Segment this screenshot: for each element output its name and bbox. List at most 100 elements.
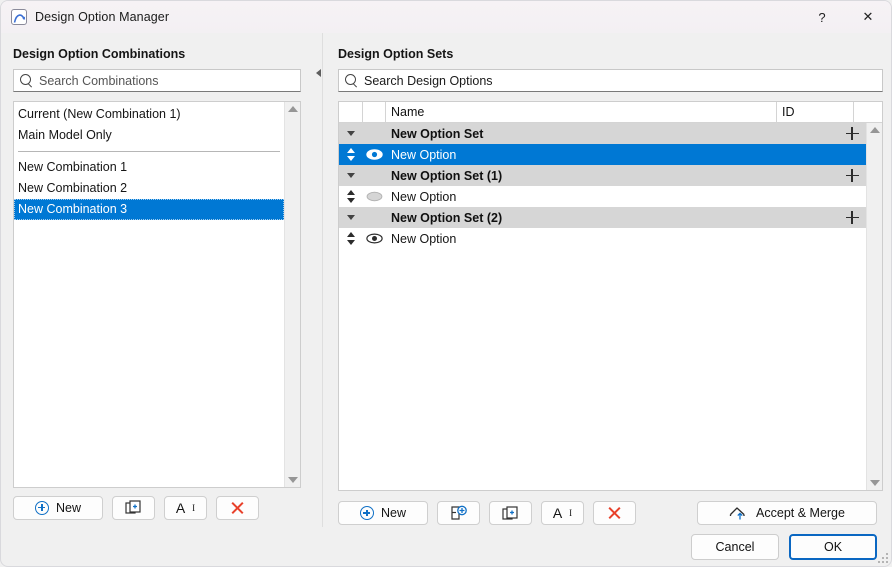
list-item[interactable]: Current (New Combination 1) <box>14 104 284 125</box>
rename-label: A <box>175 499 186 516</box>
new-option-button[interactable]: New <box>338 501 428 525</box>
expand-collapse-cell[interactable] <box>339 215 363 220</box>
option-name: New Option <box>391 189 457 204</box>
add-option-cell[interactable] <box>838 211 866 224</box>
plus-circle-icon <box>34 500 49 515</box>
table-rows: New Option Set New Option New Option Set… <box>339 123 866 490</box>
ok-button[interactable]: OK <box>789 533 877 560</box>
reorder-cell[interactable] <box>339 148 363 161</box>
reorder-updown-icon[interactable] <box>346 148 356 161</box>
combinations-listbox[interactable]: Current (New Combination 1) Main Model O… <box>13 101 301 488</box>
reorder-cell[interactable] <box>339 190 363 203</box>
column-header-visibility[interactable] <box>363 102 386 122</box>
table-row-option[interactable]: New Option <box>339 186 866 207</box>
accept-merge-label: Accept & Merge <box>756 506 845 520</box>
list-item[interactable]: New Combination 2 <box>14 178 284 199</box>
option-set-name: New Option Set <box>391 126 484 141</box>
table-row-option[interactable]: New Option <box>339 228 866 249</box>
new-option-set-icon <box>450 505 467 520</box>
design-option-manager-dialog: Design Option Manager ? ✕ Design Option … <box>0 0 892 567</box>
column-header-name[interactable]: Name <box>386 102 777 122</box>
plus-icon[interactable] <box>845 211 859 224</box>
chevron-down-icon[interactable] <box>347 131 355 136</box>
eye-visible-icon <box>366 149 383 160</box>
delete-option-button[interactable] <box>593 501 636 525</box>
reorder-cell[interactable] <box>339 232 363 245</box>
combinations-scrollbar[interactable] <box>284 102 300 487</box>
plus-icon[interactable] <box>845 169 859 182</box>
table-body: New Option Set New Option New Option Set… <box>339 123 882 490</box>
duplicate-combination-button[interactable] <box>112 495 155 520</box>
search-icon <box>345 74 358 87</box>
visibility-cell[interactable] <box>363 149 386 160</box>
scroll-up-arrow-icon[interactable] <box>869 127 880 133</box>
rename-label: A <box>552 505 563 521</box>
arc-curve-icon <box>11 9 27 25</box>
delete-combination-button[interactable] <box>216 495 259 520</box>
accept-merge-button[interactable]: Accept & Merge <box>697 501 877 525</box>
resize-grip[interactable] <box>877 552 888 563</box>
accept-merge-house-icon <box>729 506 745 519</box>
combinations-list: Current (New Combination 1) Main Model O… <box>14 102 284 487</box>
list-item[interactable]: Main Model Only <box>14 125 284 146</box>
chevron-down-icon[interactable] <box>347 215 355 220</box>
cancel-button[interactable]: Cancel <box>691 533 779 560</box>
column-header-reorder[interactable] <box>339 102 363 122</box>
duplicate-icon <box>502 505 518 520</box>
design-options-table: Name ID New Option Set New Option New Op… <box>338 101 883 491</box>
table-row-option-set[interactable]: New Option Set (2) <box>339 207 866 228</box>
combinations-toolbar: New AI <box>1 488 311 527</box>
design-option-combinations-panel: Design Option Combinations Search Combin… <box>1 33 311 527</box>
add-option-cell[interactable] <box>838 127 866 140</box>
search-design-options-placeholder: Search Design Options <box>364 73 493 88</box>
new-option-label: New <box>380 506 406 520</box>
title-bar: Design Option Manager ? ✕ <box>1 1 891 33</box>
column-header-action[interactable] <box>854 102 882 122</box>
search-icon <box>20 74 33 87</box>
help-button[interactable]: ? <box>799 1 845 33</box>
table-row-option-selected[interactable]: New Option <box>339 144 866 165</box>
close-x-icon <box>230 500 245 515</box>
scroll-up-arrow-icon[interactable] <box>287 106 298 112</box>
rename-caret-icon: I <box>569 508 573 518</box>
design-options-scrollbar[interactable] <box>866 123 882 490</box>
table-row-option-set[interactable]: New Option Set <box>339 123 866 144</box>
option-sets-heading: Design Option Sets <box>338 47 454 61</box>
new-combination-button[interactable]: New <box>13 495 103 520</box>
splitter-line <box>322 33 323 527</box>
dialog-footer: Cancel OK <box>1 527 891 566</box>
scroll-down-arrow-icon[interactable] <box>869 480 880 486</box>
close-button[interactable]: ✕ <box>845 1 891 33</box>
option-set-name: New Option Set (1) <box>391 168 503 183</box>
scroll-down-arrow-icon[interactable] <box>287 477 298 483</box>
list-item-selected[interactable]: New Combination 3 <box>14 199 284 220</box>
plus-icon[interactable] <box>845 127 859 140</box>
list-item[interactable]: New Combination 1 <box>14 157 284 178</box>
visibility-cell[interactable] <box>363 191 386 202</box>
reorder-updown-icon[interactable] <box>346 190 356 203</box>
column-header-id[interactable]: ID <box>777 102 854 122</box>
option-name: New Option <box>391 147 457 162</box>
rename-option-button[interactable]: AI <box>541 501 584 525</box>
new-combination-label: New <box>55 500 81 515</box>
duplicate-option-button[interactable] <box>489 501 532 525</box>
search-combinations-placeholder: Search Combinations <box>39 73 159 88</box>
window-title: Design Option Manager <box>35 10 170 24</box>
option-set-name: New Option Set (2) <box>391 210 503 225</box>
list-separator <box>18 151 280 152</box>
chevron-down-icon[interactable] <box>347 173 355 178</box>
add-option-cell[interactable] <box>838 169 866 182</box>
design-options-toolbar: New A I Accept & Merge <box>338 491 883 527</box>
new-option-set-button[interactable] <box>437 501 480 525</box>
expand-collapse-cell[interactable] <box>339 131 363 136</box>
rename-combination-button[interactable]: AI <box>164 495 207 520</box>
search-combinations-input[interactable]: Search Combinations <box>13 69 301 92</box>
reorder-updown-icon[interactable] <box>346 232 356 245</box>
table-row-option-set[interactable]: New Option Set (1) <box>339 165 866 186</box>
eye-hidden-icon <box>366 191 383 202</box>
chevron-left-icon[interactable] <box>316 69 321 77</box>
search-design-options-input[interactable]: Search Design Options <box>338 69 883 92</box>
expand-collapse-cell[interactable] <box>339 173 363 178</box>
visibility-cell[interactable] <box>363 233 386 244</box>
panel-splitter[interactable] <box>311 33 333 527</box>
